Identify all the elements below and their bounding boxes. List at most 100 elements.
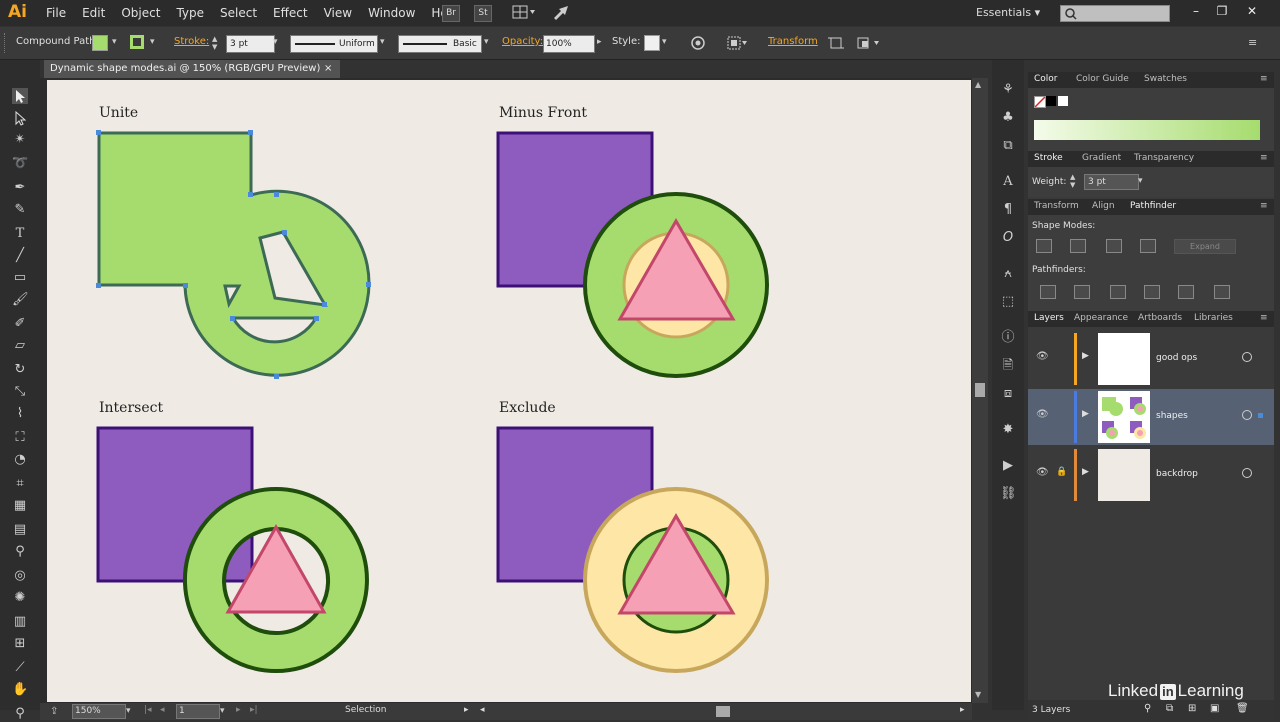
intersect-shape[interactable]	[96, 426, 369, 673]
next-artboard-icon[interactable]: ▸	[236, 705, 241, 715]
minus-front-button[interactable]	[1070, 239, 1086, 253]
expand-layer-icon[interactable]: ▶	[1082, 467, 1089, 477]
weight-field[interactable]: 3 pt	[1084, 174, 1139, 190]
layer-row[interactable]: 👁 ▶ good ops	[1028, 331, 1274, 387]
symbols-panel-icon[interactable]: ♣	[1000, 110, 1016, 126]
minimize-icon[interactable]: –	[1188, 4, 1204, 18]
expand-layer-icon[interactable]: ▶	[1082, 351, 1089, 361]
link-icon[interactable]: ⛓	[1000, 486, 1017, 502]
stroke-panel-tabs: Stroke Gradient Transparency ≡	[1028, 151, 1274, 167]
tab-transform[interactable]: Transform	[1034, 201, 1079, 211]
lock-icon[interactable]: 🔒	[1056, 467, 1067, 477]
tab-appearance[interactable]: Appearance	[1074, 313, 1128, 323]
zoom-field[interactable]: 150%	[72, 704, 126, 719]
tab-layers[interactable]: Layers	[1034, 313, 1064, 323]
tab-stroke[interactable]: Stroke	[1034, 153, 1063, 163]
tab-libraries[interactable]: Libraries	[1194, 313, 1233, 323]
links-panel-icon[interactable]: ⧈	[1000, 386, 1016, 402]
expand-button[interactable]: Expand	[1174, 239, 1236, 254]
create-sublayer-icon[interactable]: ⊞	[1188, 703, 1196, 714]
artwork-svg[interactable]	[0, 0, 980, 705]
paragraph-panel-icon[interactable]: ¶	[1000, 202, 1016, 218]
intersect-button[interactable]	[1106, 239, 1122, 253]
panel-menu-icon[interactable]: ≡	[1260, 74, 1268, 84]
opentype-panel-icon[interactable]: O	[1000, 230, 1016, 246]
info-panel-icon[interactable]: ⓘ	[1000, 330, 1016, 346]
navigator-panel-icon[interactable]: ✸	[1000, 422, 1016, 438]
scroll-up-icon[interactable]: ▲	[975, 80, 981, 89]
unite-compound-shape[interactable]	[96, 130, 371, 379]
character-panel-icon[interactable]: A	[1000, 174, 1016, 190]
status-menu-icon[interactable]: ▸	[464, 705, 469, 715]
tab-align[interactable]: Align	[1092, 201, 1115, 211]
panel-menu-icon[interactable]: ≡	[1260, 313, 1268, 323]
tab-swatches[interactable]: Swatches	[1144, 74, 1187, 84]
glyphs-panel-icon[interactable]: ⍲	[1000, 266, 1016, 282]
black-swatch[interactable]	[1046, 96, 1056, 106]
libraries-panel-icon[interactable]: ⧉	[1000, 138, 1016, 154]
target-icon[interactable]	[1242, 468, 1252, 478]
color-panel-icon[interactable]: ⚘	[1000, 82, 1016, 98]
panel-menu-icon[interactable]: ≡	[1260, 153, 1268, 163]
layer-name[interactable]: good ops	[1156, 353, 1197, 363]
unite-button[interactable]	[1036, 239, 1052, 253]
tab-gradient[interactable]: Gradient	[1082, 153, 1121, 163]
horizontal-scroll-thumb[interactable]	[716, 706, 730, 717]
tab-pathfinder[interactable]: Pathfinder	[1130, 201, 1176, 211]
panel-menu-icon[interactable]: ≡	[1260, 201, 1268, 211]
exclude-button[interactable]	[1140, 239, 1156, 253]
search-input[interactable]	[1060, 5, 1170, 22]
scroll-down-icon[interactable]: ▼	[975, 690, 981, 699]
tab-color-guide[interactable]: Color Guide	[1076, 74, 1129, 84]
restore-icon[interactable]: ❐	[1214, 4, 1230, 18]
layer-row[interactable]: 👁 🔒 ▶ backdrop	[1028, 447, 1274, 503]
make-clipping-mask-icon[interactable]: ⧉	[1166, 703, 1173, 714]
tab-color[interactable]: Color	[1034, 74, 1058, 84]
workspace-switcher[interactable]: Essentials ▾	[976, 6, 1040, 19]
visibility-eye-icon[interactable]: 👁	[1036, 467, 1049, 478]
none-swatch[interactable]	[1034, 96, 1046, 108]
visibility-eye-icon[interactable]: 👁	[1036, 409, 1049, 420]
chevron-down-icon[interactable]: ▾	[220, 706, 225, 716]
scroll-left-icon[interactable]: ◂	[480, 705, 485, 715]
panel-menu-icon[interactable]: ≡	[1248, 36, 1262, 50]
white-swatch[interactable]	[1058, 96, 1068, 106]
minus-front-shape[interactable]	[496, 131, 769, 378]
vertical-scrollbar[interactable]: ▲ ▼	[972, 78, 988, 703]
color-spectrum-bar[interactable]	[1034, 120, 1260, 140]
layer-row[interactable]: 👁 ▶ shapes	[1028, 389, 1274, 445]
trim-button[interactable]	[1074, 285, 1090, 299]
exclude-shape[interactable]	[496, 426, 769, 673]
scroll-thumb[interactable]	[975, 383, 985, 397]
target-icon[interactable]	[1242, 352, 1252, 362]
layer-name[interactable]: shapes	[1156, 411, 1188, 421]
locate-object-icon[interactable]: ⚲	[1144, 703, 1151, 714]
document-info-panel-icon[interactable]: 🗎	[1000, 358, 1016, 374]
minus-back-button[interactable]	[1214, 285, 1230, 299]
crop-button[interactable]	[1144, 285, 1160, 299]
visibility-eye-icon[interactable]: 👁	[1036, 351, 1049, 362]
layer-name[interactable]: backdrop	[1156, 469, 1198, 479]
divide-button[interactable]	[1040, 285, 1056, 299]
tab-artboards[interactable]: Artboards	[1138, 313, 1182, 323]
artboard-number-field[interactable]: 1	[176, 704, 220, 719]
actions-panel-icon[interactable]: ▶	[1000, 458, 1016, 474]
merge-button[interactable]	[1110, 285, 1126, 299]
first-artboard-icon[interactable]: |◂	[144, 705, 152, 715]
share-icon[interactable]: ⇪	[50, 706, 64, 718]
close-icon[interactable]: ✕	[1244, 4, 1260, 18]
character-styles-panel-icon[interactable]: ⬚	[1000, 294, 1016, 310]
expand-layer-icon[interactable]: ▶	[1082, 409, 1089, 419]
scroll-right-icon[interactable]: ▸	[960, 705, 965, 715]
delete-layer-icon[interactable]: 🗑	[1236, 703, 1249, 714]
outline-button[interactable]	[1178, 285, 1194, 299]
previous-artboard-icon[interactable]: ◂	[160, 705, 165, 715]
chevron-down-icon[interactable]: ▾	[126, 706, 131, 716]
last-artboard-icon[interactable]: ▸|	[250, 705, 258, 715]
weight-stepper-icon[interactable]: ▲ ▼	[1070, 173, 1080, 189]
tab-transparency[interactable]: Transparency	[1134, 153, 1194, 163]
chevron-down-icon[interactable]: ▾	[1138, 176, 1143, 186]
target-icon[interactable]	[1242, 410, 1252, 420]
selected-art-indicator[interactable]	[1258, 413, 1263, 418]
new-layer-icon[interactable]: ▣	[1210, 703, 1219, 714]
